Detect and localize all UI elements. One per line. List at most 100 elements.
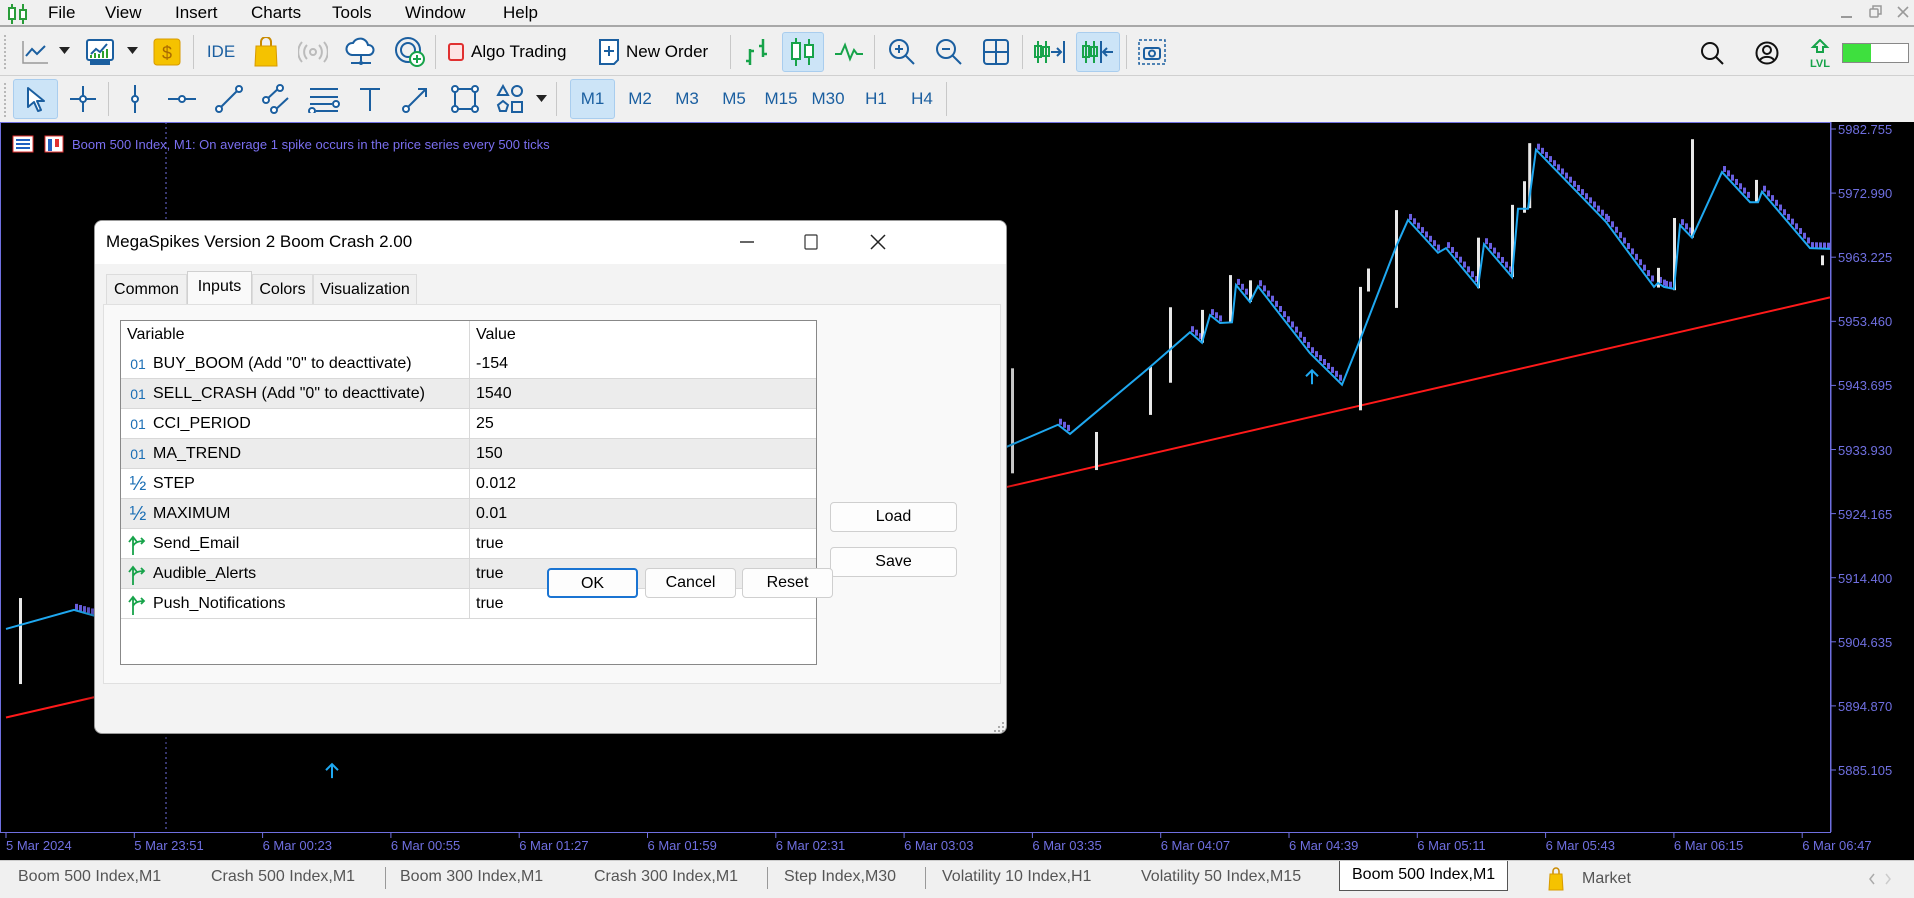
menu-insert[interactable]: Insert: [175, 2, 218, 24]
grid-button[interactable]: [978, 32, 1014, 72]
ide-button[interactable]: IDE: [204, 32, 238, 72]
market-button[interactable]: [250, 32, 282, 72]
chart-tab-volatility10-h1[interactable]: Volatility 10 Index,H1: [942, 863, 1091, 891]
search-icon[interactable]: [1700, 41, 1726, 65]
user-account-icon[interactable]: [1755, 41, 1779, 65]
minimize-icon[interactable]: [1840, 8, 1854, 20]
timeframe-m1[interactable]: M1: [570, 79, 615, 119]
save-button[interactable]: Save: [830, 547, 957, 577]
timeframe-m30[interactable]: M30: [807, 79, 849, 119]
signals-button[interactable]: [296, 32, 330, 72]
reset-button[interactable]: Reset: [742, 568, 833, 598]
param-value[interactable]: 25: [476, 409, 494, 439]
param-value[interactable]: -154: [476, 349, 508, 379]
param-row[interactable]: Send_Email true: [121, 529, 816, 559]
close-window-icon[interactable]: [1897, 6, 1909, 18]
cancel-button[interactable]: Cancel: [645, 568, 736, 598]
param-value[interactable]: 0.01: [476, 499, 507, 529]
vps-button[interactable]: [343, 32, 379, 72]
chevron-down-icon[interactable]: [536, 95, 547, 103]
param-row[interactable]: SELL_CRASH (Add "0" to deacttivate) 1540: [121, 379, 816, 409]
chart-tab-crash500-m1[interactable]: Crash 500 Index,M1: [211, 863, 355, 891]
chevron-down-icon[interactable]: [59, 47, 70, 55]
algo-trading-button[interactable]: Algo Trading: [447, 32, 585, 72]
menu-window[interactable]: Window: [405, 2, 465, 24]
param-row[interactable]: MAXIMUM 0.01: [121, 499, 816, 529]
menu-tools[interactable]: Tools: [332, 2, 372, 24]
bar-chart-button[interactable]: [740, 32, 774, 72]
resize-grip-icon[interactable]: [993, 721, 1005, 733]
ok-button[interactable]: OK: [547, 568, 638, 598]
arrow-line-button[interactable]: [398, 79, 434, 119]
tab-common[interactable]: Common: [106, 274, 187, 304]
chart-tab-crash300-m1[interactable]: Crash 300 Index,M1: [594, 863, 738, 891]
cursor-button[interactable]: [13, 79, 58, 119]
param-value[interactable]: true: [476, 559, 504, 589]
dialog-minimize-button[interactable]: [727, 229, 767, 255]
menu-view[interactable]: View: [105, 2, 142, 24]
toolbar-grip[interactable]: [4, 35, 7, 69]
dialog-close-button[interactable]: [858, 229, 898, 255]
dialog-maximize-button[interactable]: [791, 229, 831, 255]
chart-shift-button[interactable]: [1030, 32, 1070, 72]
param-row[interactable]: MA_TREND 150: [121, 439, 816, 469]
timeframe-h1[interactable]: H1: [858, 79, 894, 119]
zoom-out-button[interactable]: [931, 32, 967, 72]
indicator-list-icon[interactable]: [12, 135, 34, 153]
chart-tab-volatility50-m15[interactable]: Volatility 50 Index,M15: [1141, 863, 1301, 891]
zoom-in-button[interactable]: [884, 32, 920, 72]
chart-tab-boom300-m1[interactable]: Boom 300 Index,M1: [400, 863, 543, 891]
trendline-button[interactable]: [212, 79, 246, 119]
deposit-button[interactable]: $: [151, 32, 183, 72]
param-value[interactable]: 0.012: [476, 469, 516, 499]
chevron-down-icon[interactable]: [127, 47, 138, 55]
ea-robot-icon[interactable]: [44, 135, 64, 153]
fibonacci-button[interactable]: [306, 79, 342, 119]
menu-charts[interactable]: Charts: [251, 2, 301, 24]
market-tab[interactable]: Market: [1548, 865, 1631, 893]
param-row[interactable]: CCI_PERIOD 25: [121, 409, 816, 439]
screenshot-button[interactable]: [1134, 32, 1170, 72]
chart-tab-boom500-m1[interactable]: Boom 500 Index,M1: [18, 863, 161, 891]
new-order-button[interactable]: New Order: [598, 32, 722, 72]
subscriptions-button[interactable]: [393, 32, 427, 72]
level-button[interactable]: LVL: [1808, 38, 1832, 70]
timeframe-m5[interactable]: M5: [716, 79, 752, 119]
time-tick-label: 6 Mar 06:47: [1802, 838, 1872, 853]
menu-help[interactable]: Help: [503, 2, 538, 24]
horizontal-line-button[interactable]: [165, 79, 199, 119]
restore-icon[interactable]: [1869, 5, 1883, 19]
text-button[interactable]: [354, 79, 386, 119]
tab-visualization[interactable]: Visualization: [313, 274, 417, 304]
param-value[interactable]: true: [476, 529, 504, 559]
param-value[interactable]: true: [476, 589, 504, 619]
tab-colors[interactable]: Colors: [252, 274, 313, 304]
channel-button[interactable]: [260, 79, 294, 119]
templates-button[interactable]: [84, 32, 116, 72]
timeframe-m3[interactable]: M3: [669, 79, 705, 119]
timeframe-m2[interactable]: M2: [622, 79, 658, 119]
load-button[interactable]: Load: [830, 502, 957, 532]
rectangle-button[interactable]: [447, 79, 483, 119]
scroll-right-icon[interactable]: [1884, 873, 1892, 885]
scroll-left-icon[interactable]: [1868, 873, 1876, 885]
param-row[interactable]: STEP 0.012: [121, 469, 816, 499]
timeframe-h4[interactable]: H4: [904, 79, 940, 119]
param-value[interactable]: 1540: [476, 379, 512, 409]
dialog-titlebar[interactable]: MegaSpikes Version 2 Boom Crash 2.00: [95, 221, 1006, 264]
auto-scroll-button[interactable]: [1076, 32, 1120, 72]
toolbar-grip[interactable]: [4, 83, 7, 117]
vertical-line-button[interactable]: [120, 79, 150, 119]
menu-file[interactable]: File: [48, 2, 75, 24]
candlestick-chart-button[interactable]: [782, 32, 824, 72]
chart-tab-step-index-m30[interactable]: Step Index,M30: [784, 863, 896, 891]
chart-tab-boom500-m1-active[interactable]: Boom 500 Index,M1: [1339, 861, 1509, 891]
shapes-button[interactable]: [493, 79, 527, 119]
chart-type-button[interactable]: [18, 32, 52, 72]
param-row[interactable]: BUY_BOOM (Add "0" to deacttivate) -154: [121, 349, 816, 379]
line-chart-button[interactable]: [832, 32, 866, 72]
tab-inputs[interactable]: Inputs: [187, 271, 252, 305]
param-value[interactable]: 150: [476, 439, 503, 469]
timeframe-m15[interactable]: M15: [760, 79, 802, 119]
crosshair-button[interactable]: [66, 79, 100, 119]
